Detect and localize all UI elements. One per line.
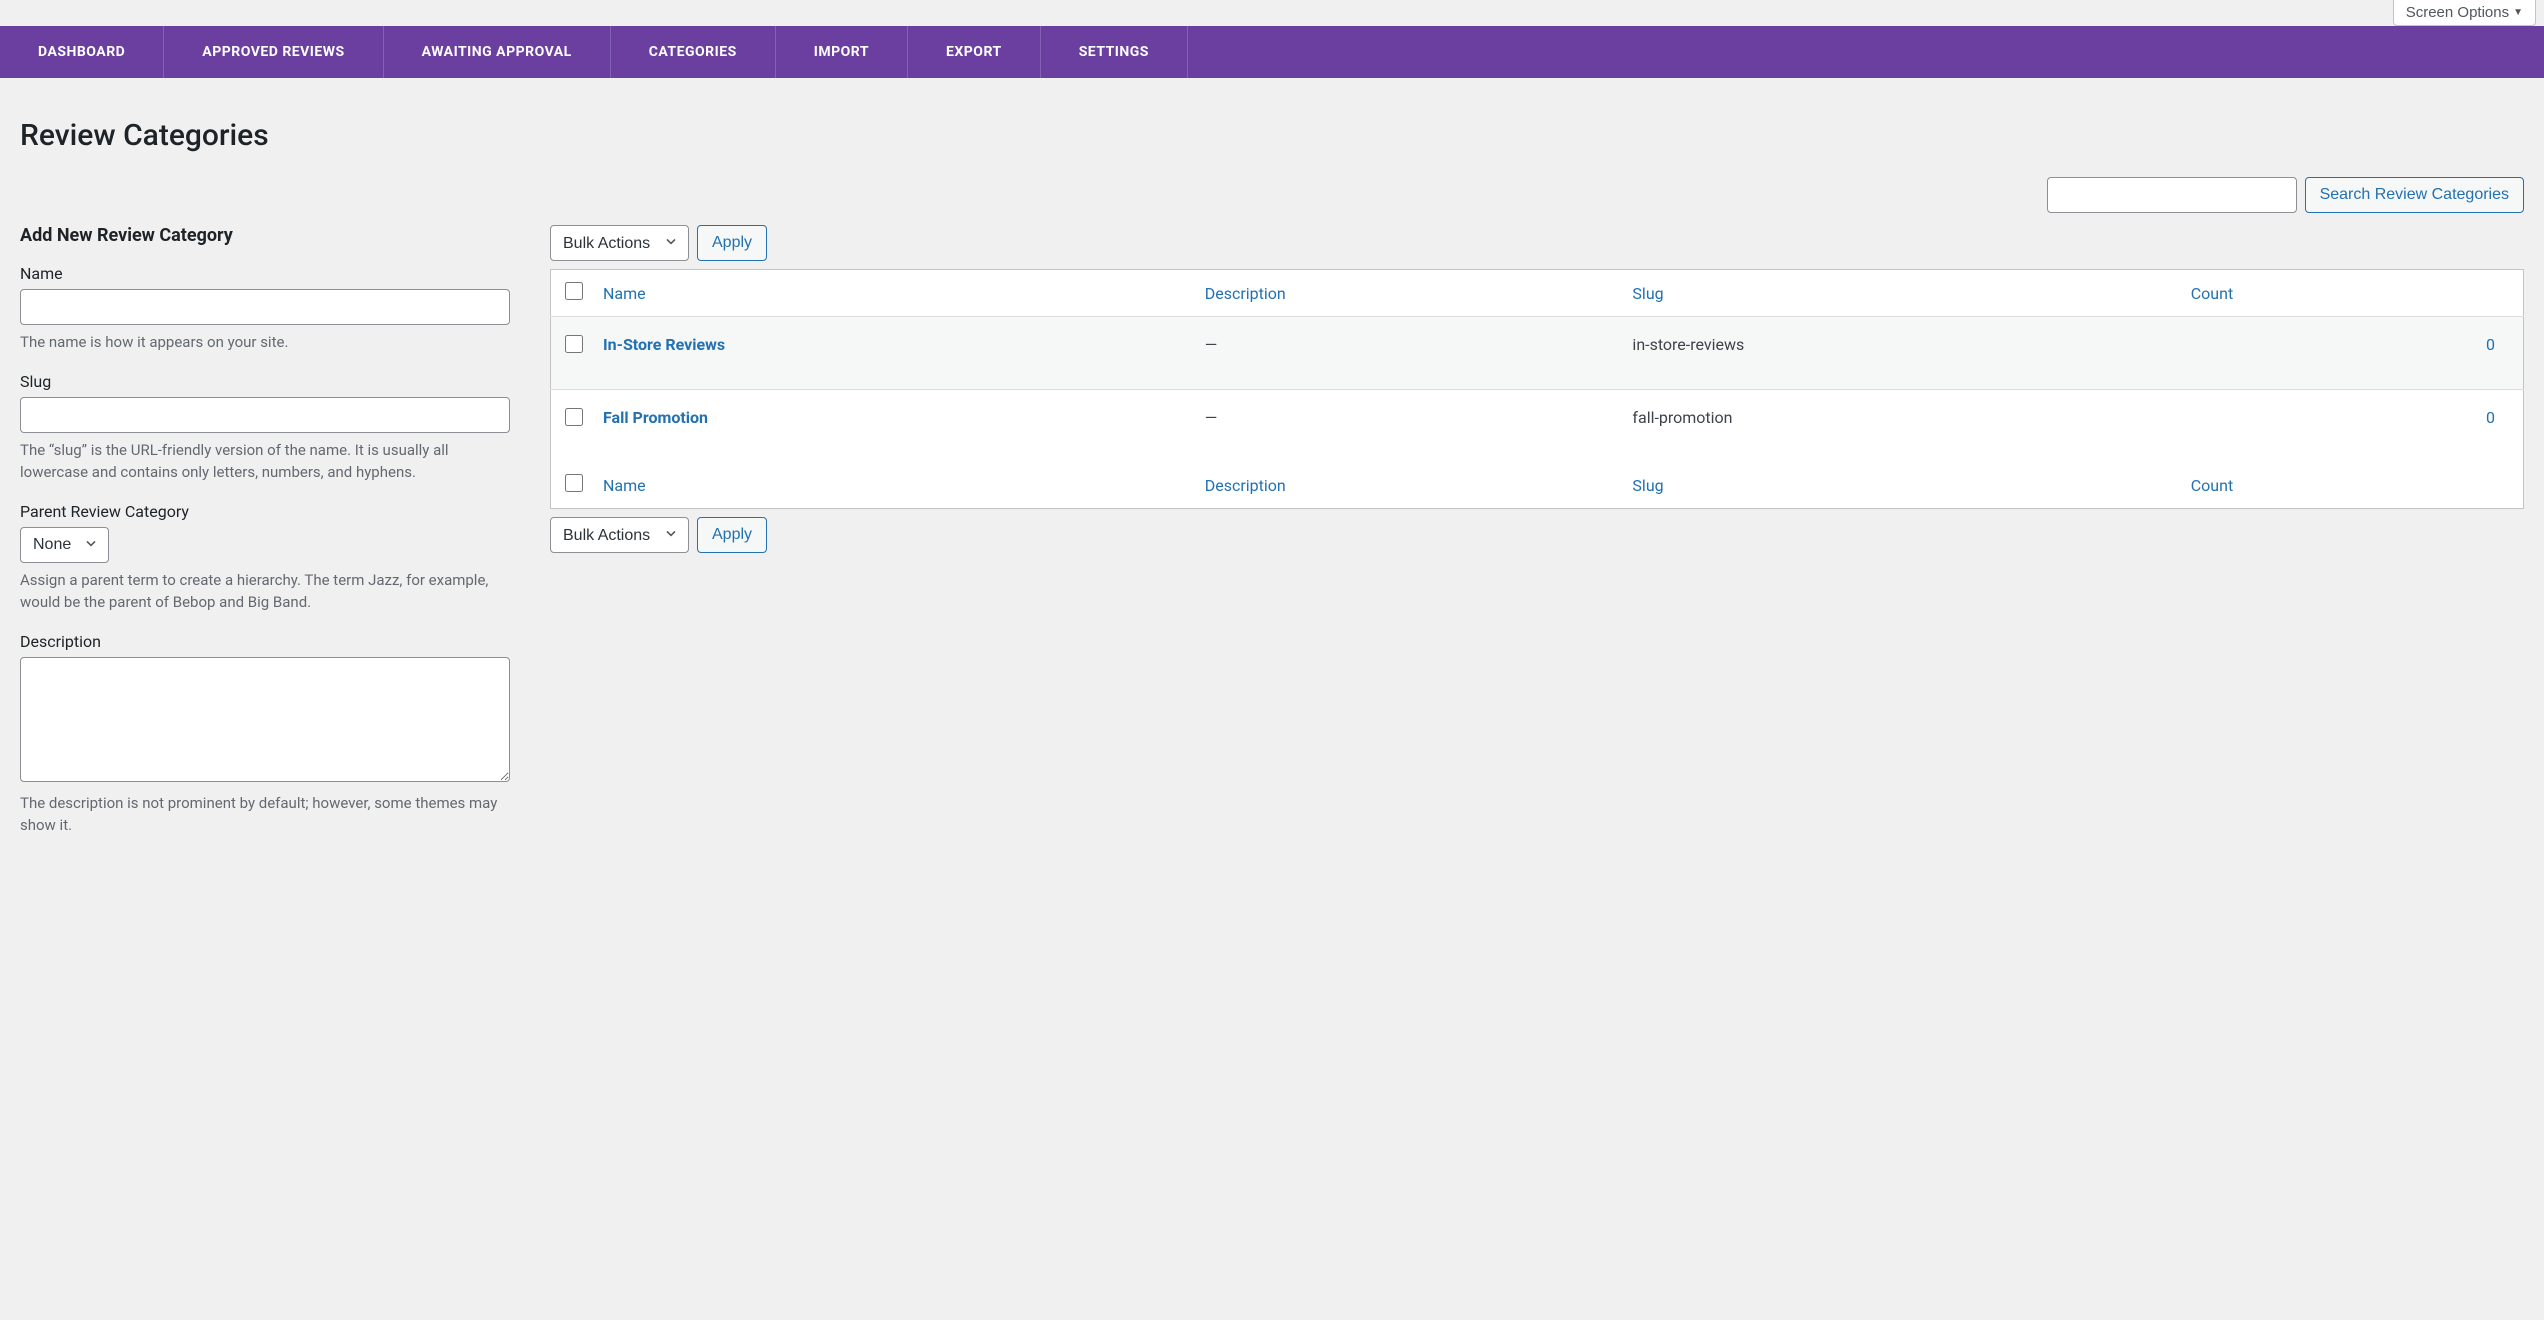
description-textarea[interactable] bbox=[20, 657, 510, 782]
slug-help: The “slug” is the URL-friendly version o… bbox=[20, 439, 510, 484]
description-label: Description bbox=[20, 632, 510, 651]
select-all-bottom[interactable] bbox=[565, 474, 583, 492]
name-input[interactable] bbox=[20, 289, 510, 325]
row-slug: in-store-reviews bbox=[1622, 317, 2180, 390]
col-name-footer[interactable]: Name bbox=[603, 476, 646, 495]
row-checkbox[interactable] bbox=[565, 408, 583, 426]
bulk-actions-select-top[interactable]: Bulk Actions bbox=[550, 225, 689, 261]
col-description-footer[interactable]: Description bbox=[1205, 476, 1286, 495]
col-count-footer[interactable]: Count bbox=[2191, 476, 2233, 495]
slug-input[interactable] bbox=[20, 397, 510, 433]
nav-tab-awaiting-approval[interactable]: AWAITING APPROVAL bbox=[384, 26, 611, 78]
parent-label: Parent Review Category bbox=[20, 502, 510, 521]
col-count-header[interactable]: Count bbox=[2191, 284, 2233, 303]
add-new-heading: Add New Review Category bbox=[20, 225, 510, 246]
apply-button-bottom[interactable]: Apply bbox=[697, 517, 767, 553]
search-button[interactable]: Search Review Categories bbox=[2305, 177, 2524, 213]
nav-tab-dashboard[interactable]: DASHBOARD bbox=[0, 26, 164, 78]
apply-button-top[interactable]: Apply bbox=[697, 225, 767, 261]
bulk-actions-select-bottom[interactable]: Bulk Actions bbox=[550, 517, 689, 553]
search-input[interactable] bbox=[2047, 177, 2297, 213]
name-help: The name is how it appears on your site. bbox=[20, 331, 510, 354]
row-count-link[interactable]: 0 bbox=[2486, 408, 2495, 427]
row-slug: fall-promotion bbox=[1622, 390, 2180, 463]
row-description: — bbox=[1195, 317, 1623, 390]
row-name-link[interactable]: In-Store Reviews bbox=[603, 335, 725, 354]
screen-options-toggle[interactable]: Screen Options ▼ bbox=[2393, 0, 2536, 26]
nav-tab-import[interactable]: IMPORT bbox=[776, 26, 908, 78]
row-name-link[interactable]: Fall Promotion bbox=[603, 408, 708, 427]
nav-tabs: DASHBOARDAPPROVED REVIEWSAWAITING APPROV… bbox=[0, 26, 2544, 78]
table-row: In-Store Reviews —in-store-reviews 0 bbox=[551, 317, 2524, 390]
col-name-header[interactable]: Name bbox=[603, 284, 646, 303]
select-all-top[interactable] bbox=[565, 282, 583, 300]
col-description-header[interactable]: Description bbox=[1205, 284, 1286, 303]
categories-table: Name Description Slug Count In-Store Rev… bbox=[550, 269, 2524, 509]
parent-help: Assign a parent term to create a hierarc… bbox=[20, 569, 510, 614]
col-slug-header[interactable]: Slug bbox=[1632, 284, 1663, 303]
page-title: Review Categories bbox=[20, 118, 2524, 153]
nav-tab-approved-reviews[interactable]: APPROVED REVIEWS bbox=[164, 26, 383, 78]
screen-options-label: Screen Options bbox=[2406, 4, 2509, 21]
slug-label: Slug bbox=[20, 372, 510, 391]
table-row: Fall Promotion —fall-promotion 0 bbox=[551, 390, 2524, 463]
nav-tab-categories[interactable]: CATEGORIES bbox=[611, 26, 776, 78]
name-label: Name bbox=[20, 264, 510, 283]
row-checkbox[interactable] bbox=[565, 335, 583, 353]
row-description: — bbox=[1195, 390, 1623, 463]
nav-tab-settings[interactable]: SETTINGS bbox=[1041, 26, 1188, 78]
caret-down-icon: ▼ bbox=[2513, 7, 2523, 18]
description-help: The description is not prominent by defa… bbox=[20, 792, 510, 837]
col-slug-footer[interactable]: Slug bbox=[1632, 476, 1663, 495]
nav-tab-export[interactable]: EXPORT bbox=[908, 26, 1041, 78]
row-count-link[interactable]: 0 bbox=[2486, 335, 2495, 354]
parent-select[interactable]: None bbox=[20, 527, 109, 563]
